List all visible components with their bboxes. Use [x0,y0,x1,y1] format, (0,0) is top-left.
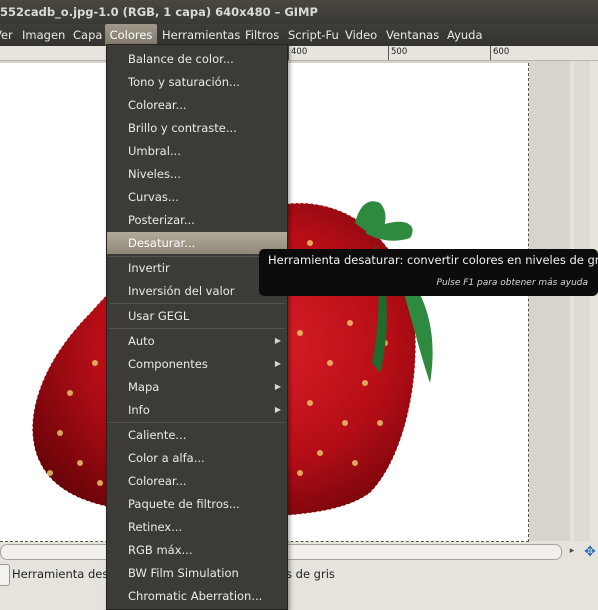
horizontal-ruler[interactable]: 400 500 600 [0,46,598,61]
navigate-move-icon[interactable]: ✥ [582,544,598,560]
menu-item-label: Desaturar... [128,236,196,250]
menu-item-label: Umbral... [128,144,181,158]
menu-item-label: Paquete de filtros... [128,497,240,511]
menu-item-label: Colorear... [128,98,187,112]
menu-item-label: Tono y saturación... [128,75,240,89]
menu-item-colorear-2[interactable]: Colorear... [107,470,287,492]
menu-item-paquete-de-filtros[interactable]: Paquete de filtros... [107,493,287,515]
ruler-label: 500 [391,47,408,57]
menu-item-colorear[interactable]: Colorear... [107,94,287,116]
menu-item-label: Niveles... [128,167,181,181]
bottom-area [0,586,598,609]
menu-item-tono-y-saturacion[interactable]: Tono y saturación... [107,71,287,93]
menu-item-label: BW Film Simulation [128,566,239,580]
window-title: 552cadb_o.jpg-1.0 (RGB, 1 capa) 640x480 … [0,5,318,19]
status-text-tail: s de gris [286,567,335,581]
chevron-right-icon: ▶ [274,336,281,345]
menu-item-caliente[interactable]: Caliente... [107,424,287,446]
menu-item-label: Brillo y contraste... [128,121,237,135]
menu-ventanas[interactable]: Ventanas [386,24,439,46]
menu-item-usar-gegl[interactable]: Usar GEGL [107,305,287,327]
menu-item-balance-de-color[interactable]: Balance de color... [107,48,287,70]
status-bar: Herramienta desa s de gris [0,562,598,586]
menu-ver[interactable]: Ver [0,24,16,46]
tooltip-text: Herramienta desaturar: convertir colores… [268,253,598,267]
menu-item-label: Invertir [128,261,170,275]
menu-item-rgb-max[interactable]: RGB máx... [107,539,287,561]
window-title-bar: 552cadb_o.jpg-1.0 (RGB, 1 capa) 640x480 … [0,0,598,24]
colors-menu: Balance de color... Tono y saturación...… [106,44,288,610]
menu-item-retinex[interactable]: Retinex... [107,516,287,538]
menu-item-bw-film-simulation[interactable]: BW Film Simulation [107,562,287,584]
chevron-right-icon: ▶ [274,405,281,414]
menu-item-label: Usar GEGL [128,309,190,323]
ruler-tick [388,46,389,60]
menu-capa[interactable]: Capa [73,24,102,46]
menu-colores[interactable]: Colores [105,24,157,46]
menu-herramientas[interactable]: Herramientas [162,24,240,46]
menu-bar: Ver Imagen Capa Colores Herramientas Fil… [0,24,598,46]
status-text: Herramienta desa [12,567,116,581]
menu-separator [109,422,285,423]
vertical-scrollbar[interactable] [574,61,590,541]
menu-item-label: Caliente... [128,428,187,442]
menu-item-label: Chromatic Aberration... [128,589,263,603]
tooltip-hint: Pulse F1 para obtener más ayuda [436,278,588,288]
menu-item-info[interactable]: Info ▶ [107,399,287,421]
menu-item-label: Mapa [128,380,160,394]
menu-item-label: RGB máx... [128,543,193,557]
menu-ayuda[interactable]: Ayuda [447,24,483,46]
ruler-tick [288,46,289,60]
ruler-tick [490,46,491,60]
menu-item-chromatic-aberration[interactable]: Chromatic Aberration... [107,585,287,607]
menu-script-fu[interactable]: Script-Fu [288,24,339,46]
menu-separator [109,303,285,304]
dropdown-icon[interactable] [0,564,10,586]
menu-item-label: Auto [128,334,155,348]
menu-video[interactable]: Video [345,24,377,46]
menu-item-niveles[interactable]: Niveles... [107,163,287,185]
menu-item-label: Balance de color... [128,52,234,66]
menu-item-mapa[interactable]: Mapa ▶ [107,376,287,398]
menu-item-label: Colorear... [128,474,187,488]
menu-item-label: Color a alfa... [128,451,205,465]
menu-filtros[interactable]: Filtros [245,24,279,46]
menu-item-label: Info [128,403,150,417]
menu-item-brillo-y-contraste[interactable]: Brillo y contraste... [107,117,287,139]
menu-item-componentes[interactable]: Componentes ▶ [107,353,287,375]
menu-separator [109,328,285,329]
menu-item-label: Retinex... [128,520,183,534]
scroll-right-icon[interactable]: ▸ [566,544,578,558]
menu-item-posterizar[interactable]: Posterizar... [107,209,287,231]
ruler-label: 600 [493,47,510,57]
menu-item-auto[interactable]: Auto ▶ [107,330,287,352]
menu-item-label: Curvas... [128,190,179,204]
menu-item-label: Inversión del valor [128,284,235,298]
menu-item-color-a-alfa[interactable]: Color a alfa... [107,447,287,469]
menu-item-label: Componentes [128,357,208,371]
chevron-right-icon: ▶ [274,359,281,368]
menu-item-curvas[interactable]: Curvas... [107,186,287,208]
tooltip: Herramienta desaturar: convertir colores… [259,249,598,296]
menu-item-label: Posterizar... [128,213,195,227]
chevron-right-icon: ▶ [274,382,281,391]
ruler-label: 400 [291,47,308,57]
menu-imagen[interactable]: Imagen [22,24,65,46]
menu-item-umbral[interactable]: Umbral... [107,140,287,162]
